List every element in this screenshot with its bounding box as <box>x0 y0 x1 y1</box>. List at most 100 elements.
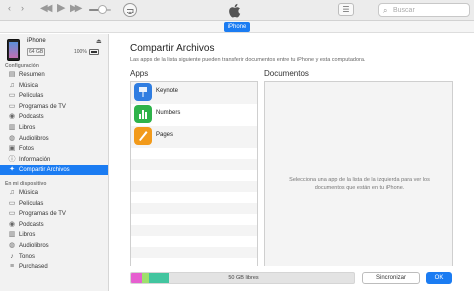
sidebar-item-label: Podcasts <box>19 114 44 121</box>
app-name: Keynote <box>156 88 179 94</box>
sidebar-item-label: Podcasts <box>19 221 44 228</box>
music-icon: ♫ <box>9 81 15 89</box>
sidebar-item-photos[interactable]: ▣ Fotos <box>0 144 108 154</box>
photos-icon: ▣ <box>8 145 16 153</box>
purchased-icon: ≡ <box>9 263 15 271</box>
sidebar-item-music[interactable]: ♫ Música <box>0 188 108 198</box>
sidebar-item-label: Compartir Archivos <box>19 167 70 174</box>
keynote-icon <box>134 83 152 101</box>
documents-list[interactable]: Selecciona una app de la lista de la izq… <box>264 81 453 290</box>
sidebar-item-tones[interactable]: ♪ Tonos <box>0 252 108 262</box>
sidebar-item-movies[interactable]: ▭ Películas <box>0 199 108 209</box>
ok-button[interactable]: OK <box>426 272 452 284</box>
battery-percent: 100% <box>74 49 87 55</box>
sidebar-item-audiobooks[interactable]: ◍ Audiolibros <box>0 134 108 144</box>
app-name: Numbers <box>156 110 181 116</box>
iphone-device-icon <box>7 39 20 61</box>
settings-section-header: Configuración <box>5 63 39 69</box>
movies-icon: ▭ <box>8 92 16 100</box>
airplay-icon[interactable] <box>123 3 137 17</box>
sidebar-item-label: Audiolibros <box>19 135 49 142</box>
sidebar-item-label: Música <box>19 190 39 196</box>
sidebar-item-label: Purchased <box>19 264 48 271</box>
next-track-icon[interactable]: ▶▶ <box>70 1 83 16</box>
sidebar-item-file-sharing[interactable]: ✦ Compartir Archivos <box>0 165 108 176</box>
sidebar-item-label: Música <box>19 82 39 89</box>
sidebar: iPhone ⏏ 64 GB 100% Configuración ▤ Resum… <box>0 34 109 291</box>
capacity-badge: 64 GB <box>27 48 46 56</box>
battery-icon <box>89 49 99 55</box>
play-icon[interactable]: ▶ <box>57 1 65 16</box>
pages-icon <box>134 127 152 145</box>
list-view-icon[interactable]: ☰ <box>338 3 354 16</box>
sidebar-item-podcast[interactable]: ◉ Podcasts <box>0 220 108 230</box>
app-row-keynote[interactable]: Keynote <box>131 82 257 104</box>
audiobooks-icon: ◍ <box>8 242 16 249</box>
file-sharing-icon: ✦ <box>9 166 15 174</box>
tones-icon: ♪ <box>10 252 14 260</box>
sidebar-item-label: Películas <box>19 93 44 100</box>
sidebar-item-tv[interactable]: ▭ Programas de TV <box>0 209 108 219</box>
podcast-icon: ◉ <box>8 113 16 121</box>
device-tab-iphone[interactable]: iPhone <box>224 22 250 32</box>
music-icon: ♫ <box>9 189 15 196</box>
numbers-icon <box>134 105 152 123</box>
forward-arrow-icon[interactable]: › <box>21 2 24 15</box>
apps-list[interactable]: Keynote Numbers Pages <box>130 81 258 290</box>
sidebar-item-label: Resumen <box>19 72 45 78</box>
sidebar-item-label: Películas <box>19 200 44 207</box>
device-name: iPhone <box>27 38 46 44</box>
storage-free-label: 50 GB libres <box>228 275 259 281</box>
toolbar: ‹ › ◀◀ ▶ ▶▶ ☰ ⌕ <box>0 0 474 21</box>
sidebar-item-movies[interactable]: ▭ Películas <box>0 91 108 101</box>
page-title: Compartir Archivos <box>130 43 215 54</box>
apple-logo-icon <box>226 2 244 19</box>
tv-icon: ▭ <box>8 102 16 110</box>
sidebar-item-label: Audiolibros <box>19 243 49 249</box>
sidebar-item-summary[interactable]: ▤ Resumen <box>0 70 108 80</box>
eject-icon[interactable]: ⏏ <box>96 38 102 45</box>
page-description: Las apps de la lista siguiente pueden tr… <box>130 57 366 63</box>
documents-column-header: Documentos <box>264 69 309 78</box>
sidebar-item-tv[interactable]: ▭ Programas de TV <box>0 102 108 112</box>
movies-icon: ▭ <box>8 199 16 207</box>
sidebar-item-label: Tonos <box>19 253 36 260</box>
sidebar-item-podcast[interactable]: ◉ Podcasts <box>0 112 108 122</box>
volume-knob[interactable] <box>98 5 107 14</box>
search-icon: ⌕ <box>383 6 388 15</box>
sidebar-item-books[interactable]: ▥ Libros <box>0 123 108 133</box>
apps-column-header: Apps <box>130 69 149 78</box>
file-sharing-panel: Compartir Archivos Las apps de la lista … <box>110 34 474 291</box>
sidebar-item-books[interactable]: ▥ Libros <box>0 230 108 240</box>
info-icon: ⓘ <box>8 155 16 163</box>
sidebar-item-info[interactable]: ⓘ Información <box>0 155 108 165</box>
bottom-bar: 50 GB libres Sincronizar OK <box>110 266 474 291</box>
documents-empty-message: Selecciona una app de la lista de la izq… <box>289 177 430 191</box>
podcast-icon: ◉ <box>8 220 16 228</box>
sidebar-item-label: Programas de TV <box>19 211 66 218</box>
on-device-section-header: En mi dispositivo <box>5 181 47 187</box>
sidebar-item-music[interactable]: ♫ Música <box>0 81 108 91</box>
device-strip: iPhone <box>0 21 474 33</box>
books-icon: ▥ <box>8 124 16 131</box>
sidebar-item-label: Libros <box>19 232 36 239</box>
sidebar-item-purchased[interactable]: ≡ Purchased <box>0 262 108 272</box>
sidebar-item-label: Información <box>19 156 51 163</box>
search-box[interactable]: ⌕ <box>378 3 470 17</box>
storage-bar: 50 GB libres <box>130 272 355 284</box>
sync-button[interactable]: Sincronizar <box>362 272 420 284</box>
back-arrow-icon[interactable]: ‹ <box>8 2 11 15</box>
books-icon: ▥ <box>8 231 16 239</box>
sidebar-item-label: Fotos <box>19 146 35 153</box>
iphone-screen <box>9 42 18 58</box>
tv-icon: ▭ <box>8 210 16 218</box>
search-input[interactable] <box>393 4 467 16</box>
audiobooks-icon: ◍ <box>8 134 16 142</box>
sidebar-item-audiobooks[interactable]: ◍ Audiolibros <box>0 241 108 251</box>
app-name: Pages <box>156 132 174 138</box>
app-row-pages[interactable]: Pages <box>131 126 257 148</box>
app-row-numbers[interactable]: Numbers <box>131 104 257 126</box>
summary-icon: ▤ <box>8 71 16 78</box>
battery-fill <box>91 51 97 53</box>
previous-track-icon[interactable]: ◀◀ <box>40 1 53 16</box>
